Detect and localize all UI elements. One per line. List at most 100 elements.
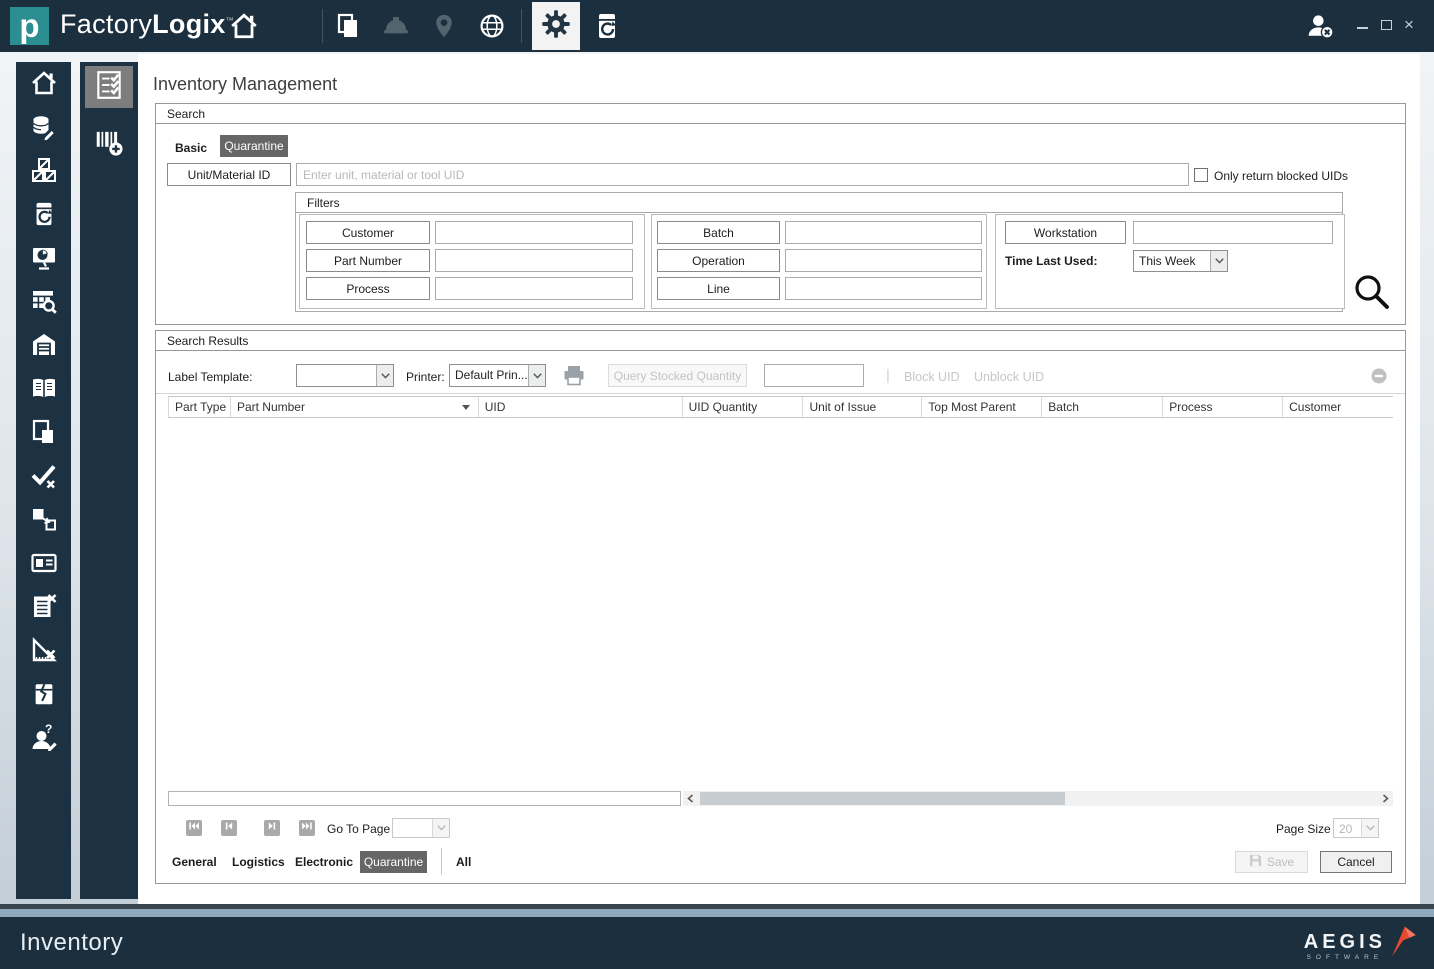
sidebar-item-measure-remove[interactable]: [16, 631, 71, 675]
part-number-filter-button[interactable]: Part Number: [306, 249, 430, 272]
horizontal-scrollbar[interactable]: [683, 791, 1393, 806]
last-page-button[interactable]: [299, 820, 315, 836]
id-card-icon: [30, 549, 58, 582]
column-header-batch[interactable]: Batch: [1042, 397, 1164, 417]
scroll-right-arrow[interactable]: [1378, 791, 1393, 806]
block-uid-button[interactable]: Block UID: [904, 370, 960, 384]
stocked-quantity-input[interactable]: [764, 364, 864, 387]
unit-material-id-button[interactable]: Unit/Material ID: [167, 163, 291, 186]
time-last-used-select[interactable]: This Week: [1133, 250, 1228, 272]
cancel-button[interactable]: Cancel: [1320, 851, 1392, 873]
sidebar-item-transfer[interactable]: [16, 500, 71, 544]
tab-basic[interactable]: Basic: [175, 141, 207, 155]
checklist-icon: [93, 69, 125, 106]
sidebar-item-materials[interactable]: [16, 151, 71, 195]
print-button[interactable]: [563, 365, 585, 391]
tab-general[interactable]: General: [172, 855, 217, 869]
unit-uid-input[interactable]: [296, 163, 1189, 186]
customer-filter-button[interactable]: Customer: [306, 221, 430, 244]
printer-select[interactable]: Default Prin...: [449, 364, 546, 387]
sidebar-item-dashboard[interactable]: [16, 238, 71, 282]
book-icon: [30, 374, 58, 407]
hardhat-icon[interactable]: [381, 11, 411, 41]
sidebar-item-id-card[interactable]: [16, 544, 71, 588]
results-table-body[interactable]: [168, 419, 1393, 790]
query-stocked-quantity-button[interactable]: Query Stocked Quantity: [608, 364, 747, 387]
sidebar-item-templates[interactable]: [16, 413, 71, 457]
minus-circle-icon: [1371, 368, 1387, 388]
footer-accent-strip: [0, 909, 1434, 917]
line-filter-button[interactable]: Line: [657, 277, 780, 300]
save-button[interactable]: Save: [1235, 851, 1308, 873]
maximize-button[interactable]: [1377, 18, 1395, 30]
operation-filter-button[interactable]: Operation: [657, 249, 780, 272]
batch-filter-button[interactable]: Batch: [657, 221, 780, 244]
sidebar-item-damaged-container[interactable]: [16, 674, 71, 718]
go-to-page-value: [393, 819, 432, 837]
page-title: Inventory Management: [153, 74, 338, 94]
tab-all[interactable]: All: [456, 855, 471, 869]
container-history-icon[interactable]: [592, 11, 622, 41]
sidebar-item-warehouse[interactable]: [16, 326, 71, 370]
column-header-top-most-parent[interactable]: Top Most Parent: [922, 397, 1043, 417]
logout-user-icon[interactable]: [1306, 11, 1336, 41]
column-header-part-number[interactable]: Part Number: [231, 397, 479, 417]
page-size-select[interactable]: 20: [1333, 818, 1379, 838]
sidebar-item-validation[interactable]: [16, 456, 71, 500]
sidebar-item-home[interactable]: [16, 64, 71, 108]
sidebar-item-operator-query[interactable]: ?: [16, 718, 71, 762]
column-header-uid[interactable]: UID: [479, 397, 683, 417]
column-header-uid-quantity[interactable]: UID Quantity: [683, 397, 804, 417]
column-header-process[interactable]: Process: [1163, 397, 1284, 417]
batch-filter-input[interactable]: [785, 221, 982, 244]
documents-icon[interactable]: [333, 11, 363, 41]
globe-icon[interactable]: [477, 11, 507, 41]
first-page-button[interactable]: [186, 820, 202, 836]
search-groupbox-header: Search: [156, 104, 1405, 124]
scroll-left-arrow[interactable]: [683, 791, 698, 806]
unblock-uid-button[interactable]: Unblock UID: [974, 370, 1044, 384]
only-blocked-uids-checkbox[interactable]: [1194, 168, 1208, 182]
printer-icon: [563, 366, 585, 390]
settings-tab-selected[interactable]: [532, 2, 580, 50]
next-page-button[interactable]: [264, 820, 280, 836]
label-template-select[interactable]: [296, 364, 394, 387]
workstation-filter-button[interactable]: Workstation: [1005, 221, 1126, 244]
tab-logistics[interactable]: Logistics: [232, 855, 285, 869]
sidebar-item-barcode-add[interactable]: [85, 122, 133, 166]
sidebar-item-inventory-management-selected[interactable]: [85, 66, 133, 108]
scrollbar-thumb[interactable]: [700, 792, 1065, 805]
line-filter-input[interactable]: [785, 277, 982, 300]
page-size-label: Page Size: [1276, 822, 1331, 836]
sidebar-item-documentation[interactable]: [16, 369, 71, 413]
home-icon[interactable]: [229, 11, 259, 41]
previous-page-button[interactable]: [221, 820, 237, 836]
operation-filter-input[interactable]: [785, 249, 982, 272]
chevron-down-icon: [1361, 819, 1378, 837]
close-button[interactable]: ×: [1400, 15, 1418, 35]
remove-row-button[interactable]: [1371, 368, 1387, 389]
search-button[interactable]: [1352, 272, 1392, 317]
minimize-button[interactable]: [1353, 18, 1371, 29]
column-header-customer[interactable]: Customer: [1283, 397, 1393, 417]
map-pin-icon[interactable]: [429, 11, 459, 41]
factorylogix-logo-icon: p: [10, 7, 49, 45]
database-edit-icon: [30, 113, 58, 146]
part-number-filter-input[interactable]: [435, 249, 633, 272]
tab-electronic[interactable]: Electronic: [295, 855, 353, 869]
sidebar-item-data-query[interactable]: [16, 282, 71, 326]
sidebar-item-container-history[interactable]: [16, 195, 71, 239]
ruler-remove-icon: [30, 636, 58, 669]
tab-quarantine-selected[interactable]: Quarantine: [220, 135, 288, 157]
sidebar-item-list-remove[interactable]: [16, 587, 71, 631]
workstation-filter-input[interactable]: [1133, 221, 1333, 244]
process-filter-input[interactable]: [435, 277, 633, 300]
column-header-part-type[interactable]: Part Type: [169, 397, 231, 417]
tab-quarantine-bottom-selected[interactable]: Quarantine: [360, 851, 427, 873]
module-sidebar: ?: [16, 62, 71, 899]
column-header-unit-of-issue[interactable]: Unit of Issue: [803, 397, 923, 417]
sidebar-item-data-editor[interactable]: [16, 108, 71, 152]
go-to-page-select[interactable]: [392, 818, 450, 838]
customer-filter-input[interactable]: [435, 221, 633, 244]
process-filter-button[interactable]: Process: [306, 277, 430, 300]
